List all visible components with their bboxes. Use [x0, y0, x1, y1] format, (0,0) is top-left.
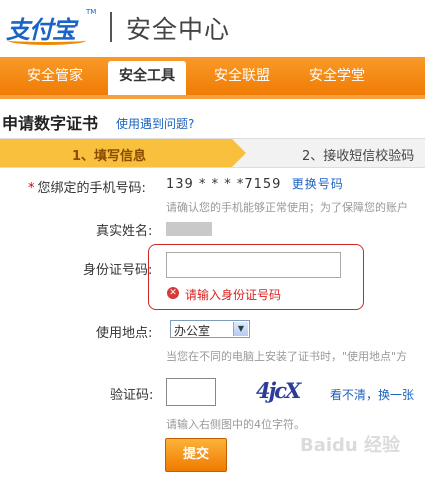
- id-number-input[interactable]: [166, 252, 341, 278]
- id-error-message: 请输入身份证号码: [185, 288, 282, 302]
- phone-label-text: 您绑定的手机号码:: [37, 181, 146, 196]
- location-select[interactable]: 办公室 ▼: [170, 320, 250, 338]
- steps-bar: 1、填写信息 2、接收短信校验码: [0, 138, 425, 168]
- help-link[interactable]: 使用遇到问题?: [116, 115, 194, 132]
- phone-value: 139 * * * *7159 更换号码: [166, 175, 344, 192]
- change-number-link[interactable]: 更换号码: [292, 177, 344, 191]
- phone-label: * 您绑定的手机号码:: [28, 177, 146, 196]
- phone-number: 139 * * * *7159: [166, 177, 282, 192]
- submit-button[interactable]: 提交: [165, 438, 227, 472]
- tab-security-tools[interactable]: 安全工具: [108, 61, 186, 95]
- tab-security-alliance[interactable]: 安全联盟: [203, 65, 281, 95]
- name-label: 真实姓名:: [96, 224, 153, 239]
- phone-hint: 请确认您的手机能够正常使用；为了保障您的账户: [166, 201, 408, 214]
- step-1-label: 1、填写信息: [72, 149, 147, 164]
- location-selected-value: 办公室: [174, 324, 211, 338]
- captcha-hint: 请输入右侧图中的4位字符。: [166, 418, 305, 431]
- step-2-label: 2、接收短信校验码: [302, 149, 415, 164]
- tab-security-manager[interactable]: 安全管家: [16, 65, 94, 95]
- id-label: 身份证号码:: [83, 263, 153, 278]
- nav-underline: [0, 95, 425, 99]
- logo-swoosh: [8, 36, 86, 45]
- header-divider: [110, 12, 112, 42]
- watermark-text: Baidu 经验: [300, 435, 401, 456]
- chevron-down-icon: ▼: [233, 322, 248, 336]
- tab-security-school[interactable]: 安全学堂: [298, 65, 376, 95]
- alipay-logo[interactable]: 支付宝 TM: [6, 6, 98, 45]
- location-hint: 当您在不同的电脑上安装了证书时，"使用地点"方: [166, 350, 408, 363]
- captcha-input[interactable]: [166, 378, 216, 406]
- captcha-label: 验证码:: [110, 388, 154, 403]
- baidu-watermark: Baidu 经验: [300, 425, 420, 465]
- step-arrow: [232, 139, 246, 167]
- required-star: *: [28, 181, 35, 196]
- logo-trademark: TM: [86, 8, 97, 16]
- error-icon: ✕: [167, 287, 179, 299]
- captcha-refresh-link[interactable]: 看不清，换一张: [330, 386, 414, 403]
- page-title: 申请数字证书: [2, 114, 99, 133]
- page-header-title: 安全中心: [126, 15, 231, 44]
- location-label: 使用地点:: [96, 326, 153, 341]
- main-nav: 安全管家 安全工具 安全联盟 安全学堂: [0, 57, 425, 95]
- captcha-image[interactable]: 4jcX: [256, 378, 301, 404]
- masked-real-name: [166, 222, 212, 236]
- header: 支付宝 TM 安全中心: [0, 0, 425, 55]
